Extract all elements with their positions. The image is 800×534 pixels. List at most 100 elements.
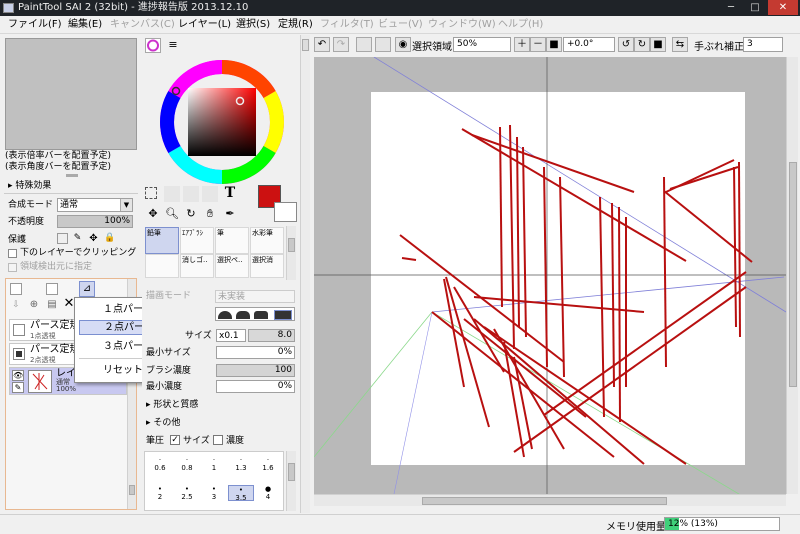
opacity-slider[interactable]: 100% bbox=[57, 215, 133, 228]
brush-watercolor[interactable]: 水彩筆 bbox=[250, 227, 284, 254]
zoom-in-icon[interactable]: ＋ bbox=[514, 37, 530, 52]
rotate-reset-icon[interactable]: ■ bbox=[650, 37, 666, 52]
secondary-color-swatch[interactable] bbox=[274, 202, 297, 222]
blend-mode-select[interactable]: 通常 ▼ bbox=[57, 198, 133, 212]
min-density-slider[interactable]: 0% bbox=[216, 380, 295, 393]
brush-lock-icon[interactable]: ✎ bbox=[12, 382, 24, 393]
zoom-out-icon[interactable]: － bbox=[530, 37, 546, 52]
magic-wand-icon[interactable] bbox=[183, 186, 199, 202]
brush-scrollbar[interactable] bbox=[286, 226, 296, 280]
scroll-thumb[interactable] bbox=[288, 463, 295, 481]
flip-horizontal-icon[interactable]: ⇆ bbox=[672, 37, 688, 52]
size-preset[interactable]: • 2 bbox=[147, 485, 173, 501]
zoom-select[interactable]: 50% bbox=[453, 37, 511, 52]
eyedropper-icon[interactable]: ✒ bbox=[222, 206, 238, 222]
brush-eraser[interactable]: 消しゴ.. bbox=[180, 254, 214, 278]
size-preset[interactable]: · 1 bbox=[201, 456, 227, 472]
brush-empty[interactable] bbox=[145, 254, 179, 278]
color-wheel-tab[interactable] bbox=[145, 38, 161, 53]
menu-window[interactable]: ウィンドウ(W) bbox=[428, 18, 496, 32]
zoom-tool-icon[interactable]: 🔍︎ bbox=[164, 206, 180, 222]
pressure-size-checkbox[interactable]: ✓ bbox=[170, 435, 180, 445]
brush-select-pen[interactable]: 選択ペ.. bbox=[215, 254, 249, 278]
lock-icon[interactable]: 🔒 bbox=[104, 233, 115, 244]
maximize-button[interactable]: □ bbox=[744, 0, 766, 15]
rotate-tool-icon[interactable]: ↻ bbox=[183, 206, 199, 222]
clear-layer-icon[interactable]: ▤ bbox=[46, 299, 58, 311]
shape-texture-toggle[interactable]: ▸ 形状と質感 bbox=[146, 400, 198, 411]
undo-icon[interactable]: ↶ bbox=[314, 37, 330, 52]
navigator-preview[interactable] bbox=[5, 38, 137, 150]
min-size-slider[interactable]: 0% bbox=[216, 346, 295, 359]
size-preset[interactable]: · 1.3 bbox=[228, 456, 254, 472]
menu-filter[interactable]: フィルタ(T) bbox=[320, 18, 374, 32]
brush-select-eraser[interactable]: 選択消 bbox=[250, 254, 284, 278]
scroll-thumb[interactable] bbox=[789, 162, 797, 387]
invert-selection-icon[interactable] bbox=[375, 37, 391, 52]
merge-down-icon[interactable]: ⊕ bbox=[28, 299, 40, 311]
menu-layer[interactable]: レイヤー(L) bbox=[178, 18, 231, 32]
pressure-density-checkbox[interactable] bbox=[213, 435, 223, 445]
size-preset-scrollbar[interactable] bbox=[286, 451, 296, 511]
angle-select[interactable]: +0.0° bbox=[563, 37, 615, 52]
canvas-hscroll[interactable] bbox=[314, 494, 786, 506]
size-preset[interactable]: • 3 bbox=[201, 485, 227, 501]
draw-mode-select[interactable]: 未実装 bbox=[215, 290, 295, 303]
move-tool-icon[interactable]: ✥ bbox=[145, 206, 161, 222]
size-preset-selected[interactable]: • 3.5 bbox=[228, 485, 254, 502]
brush-shape-row[interactable] bbox=[215, 307, 295, 321]
eye-icon[interactable]: ◉ bbox=[395, 37, 411, 52]
selection-source-checkbox[interactable] bbox=[8, 263, 17, 272]
rotate-left-icon[interactable]: ↺ bbox=[618, 37, 634, 52]
scroll-up-arrow[interactable] bbox=[302, 39, 309, 51]
size-preset[interactable]: ● 4 bbox=[255, 485, 281, 501]
scroll-thumb[interactable] bbox=[129, 485, 135, 495]
color-wheel[interactable] bbox=[158, 58, 286, 186]
protect-paint-icon[interactable]: ✎ bbox=[72, 233, 83, 244]
new-layer-icon[interactable] bbox=[10, 283, 22, 295]
size-multiplier-select[interactable]: x0.1 bbox=[216, 329, 246, 342]
size-preset[interactable]: · 0.6 bbox=[147, 456, 173, 472]
special-effects-toggle[interactable]: ▸ 特殊効果 bbox=[8, 181, 51, 192]
text-tool-icon[interactable]: T bbox=[222, 185, 238, 201]
brush-airbrush[interactable]: ｴｱﾌﾞﾗｼ bbox=[180, 227, 214, 254]
size-preset[interactable]: · 1.6 bbox=[255, 456, 281, 472]
scroll-thumb[interactable] bbox=[288, 238, 295, 252]
brush-brush[interactable]: 筆 bbox=[215, 227, 249, 254]
zoom-reset-icon[interactable]: ■ bbox=[546, 37, 562, 52]
tool-slot-icon[interactable] bbox=[202, 186, 218, 202]
scroll-thumb[interactable] bbox=[422, 497, 667, 505]
layer-visibility-checkbox[interactable] bbox=[13, 324, 25, 336]
palette-list-icon[interactable]: ≡ bbox=[166, 38, 180, 52]
menu-file[interactable]: ファイル(F) bbox=[8, 18, 62, 32]
deselect-icon[interactable] bbox=[356, 37, 372, 52]
lasso-icon[interactable] bbox=[164, 186, 180, 202]
eye-icon[interactable]: 👁 bbox=[12, 370, 24, 381]
stabilizer-select[interactable]: 3 bbox=[743, 37, 783, 52]
close-button[interactable]: ✕ bbox=[768, 0, 798, 15]
size-preset[interactable]: · 0.8 bbox=[174, 456, 200, 472]
minimize-button[interactable]: ─ bbox=[720, 0, 742, 15]
menu-select[interactable]: 選択(S) bbox=[236, 18, 270, 32]
other-toggle[interactable]: ▸ その他 bbox=[146, 418, 180, 429]
density-slider[interactable]: 100 bbox=[216, 364, 295, 377]
perspective-ruler-button[interactable]: ⊿ bbox=[79, 281, 95, 297]
brush-pencil[interactable]: 鉛筆 bbox=[145, 227, 179, 254]
protect-move-icon[interactable]: ✥ bbox=[88, 233, 99, 244]
rotate-right-icon[interactable]: ↻ bbox=[634, 37, 650, 52]
menu-view[interactable]: ビュー(V) bbox=[378, 18, 423, 32]
splitter-grip[interactable] bbox=[66, 174, 78, 177]
redo-icon[interactable]: ↷ bbox=[333, 37, 349, 52]
new-folder-icon[interactable] bbox=[46, 283, 58, 295]
panel-scrollbar[interactable] bbox=[300, 35, 310, 513]
menu-help[interactable]: ヘルプ(H) bbox=[498, 18, 543, 32]
menu-ruler[interactable]: 定規(R) bbox=[278, 18, 313, 32]
menu-canvas[interactable]: キャンバス(C) bbox=[110, 18, 175, 32]
protect-transparency-icon[interactable] bbox=[57, 233, 68, 244]
clip-checkbox[interactable] bbox=[8, 249, 17, 258]
layer-visibility-checkbox[interactable] bbox=[13, 348, 25, 360]
hand-tool-icon[interactable]: ✋︎ bbox=[202, 206, 218, 222]
canvas-vscroll[interactable] bbox=[786, 57, 798, 494]
rect-select-icon[interactable] bbox=[145, 187, 157, 199]
menu-edit[interactable]: 編集(E) bbox=[68, 18, 102, 32]
